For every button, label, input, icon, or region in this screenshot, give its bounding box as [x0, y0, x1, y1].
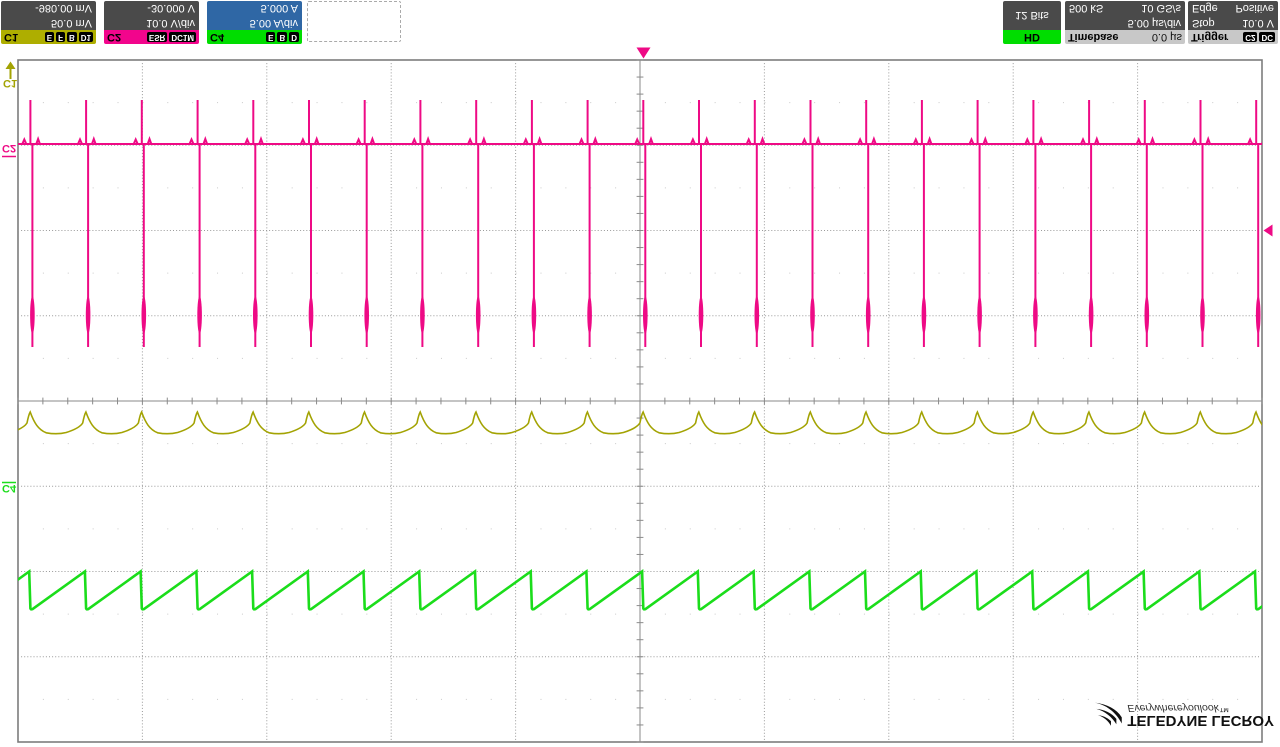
c2-label: C2	[107, 31, 122, 43]
scope-display: C2 C4 C1	[2, 47, 1273, 743]
trigger-type-slope: Edge Positive	[1188, 1, 1278, 16]
c2-strip: C2 ESR DC1M	[104, 30, 199, 44]
timebase-rate: 10 GS/s	[1141, 2, 1181, 15]
teledyne-wings-icon	[1094, 702, 1122, 726]
c4-badge: B	[277, 32, 288, 42]
timebase-scale: 5.00 µs/div	[1065, 15, 1185, 30]
c1-label: C1	[4, 31, 19, 43]
teledyne-lecroy-logo: TELEDYNE LECROY Everywhereyoulook™	[1094, 692, 1274, 738]
trigger-box[interactable]: Trigger C2 DC Stop 10.0 V Edge Positive	[1188, 1, 1278, 44]
hd-bits: 12 Bits	[1003, 1, 1061, 30]
trigger-level: 10.0 V	[1242, 16, 1274, 29]
timebase-title: Timebase	[1068, 31, 1119, 43]
c1-zero-label[interactable]: C1	[3, 77, 17, 89]
c2-badge: ESR	[146, 32, 168, 42]
channel-descriptor-c1[interactable]: C1 E F B D1 50.0 mV -980.00 mV	[1, 1, 96, 44]
c4-offset: 5.000 A	[207, 1, 302, 16]
trigger-title: Trigger	[1191, 31, 1229, 43]
hd-label: HD	[1024, 31, 1040, 43]
c4-zero-label[interactable]: C4	[2, 482, 17, 494]
channel-descriptor-c4[interactable]: C4 E B D 5.00 A/div 5.000 A	[207, 1, 302, 44]
c4-strip: C4 E B D	[207, 30, 302, 44]
c2-badge: DC1M	[169, 32, 196, 42]
trigger-strip: Trigger C2 DC	[1188, 30, 1278, 44]
logo-tagline: Everywhereyoulook™	[1127, 701, 1230, 714]
c4-vdiv: 5.00 A/div	[207, 15, 302, 30]
c1-vdiv: 50.0 mV	[1, 15, 96, 30]
c1-offset: -980.00 mV	[1, 1, 96, 16]
timebase-delay: 0.0 µs	[1151, 31, 1182, 43]
trigger-time-marker[interactable]	[636, 47, 651, 59]
c1-badge: D1	[78, 32, 93, 42]
hd-mode-box[interactable]: HD 12 Bits	[1003, 1, 1061, 44]
timebase-samples: 500 kS	[1069, 2, 1104, 15]
trigger-source-badge: C2	[1243, 32, 1258, 42]
c4-badge: D	[289, 32, 299, 42]
hd-strip: HD	[1003, 30, 1061, 44]
trigger-mode: Stop	[1192, 16, 1215, 29]
trace-c2	[18, 100, 1262, 347]
c2-vdiv: 10.0 V/div	[104, 15, 199, 30]
trace-c2-spike-bulges	[30, 296, 1261, 334]
c4-badge: E	[266, 32, 276, 42]
trigger-coupling-badge: DC	[1259, 32, 1275, 42]
trigger-slope: Positive	[1235, 2, 1274, 15]
c1-badge: B	[66, 32, 77, 42]
c2-zero-label[interactable]: C2	[2, 142, 16, 154]
c4-label: C4	[210, 31, 225, 43]
c2-offset: -30.000 V	[104, 1, 199, 16]
graticule	[17, 59, 1263, 743]
logo-brand: TELEDYNE LECROY	[1127, 712, 1274, 730]
timebase-box[interactable]: Timebase 0.0 µs 5.00 µs/div 500 kS 10 GS…	[1065, 1, 1185, 44]
timebase-strip: Timebase 0.0 µs	[1065, 30, 1185, 44]
channel-descriptor-c2[interactable]: C2 ESR DC1M 10.0 V/div -30.000 V	[104, 1, 199, 44]
c1-strip: C1 E F B D1	[1, 30, 96, 44]
c1-badge: E	[44, 32, 55, 42]
c1-badge: F	[56, 32, 65, 42]
trigger-level-marker[interactable]	[1263, 224, 1273, 237]
trigger-mode-level: Stop 10.0 V	[1188, 15, 1278, 30]
trigger-type: Edge	[1192, 2, 1218, 15]
oscilloscope-screen: C2 C4 C1 C1 E F B D1 50.0 mV -980.00 mV …	[0, 0, 1280, 747]
timebase-acq: 500 kS 10 GS/s	[1065, 1, 1185, 16]
empty-descriptor-slot	[307, 1, 401, 42]
c1-offscreen-arrow-head	[5, 61, 16, 69]
